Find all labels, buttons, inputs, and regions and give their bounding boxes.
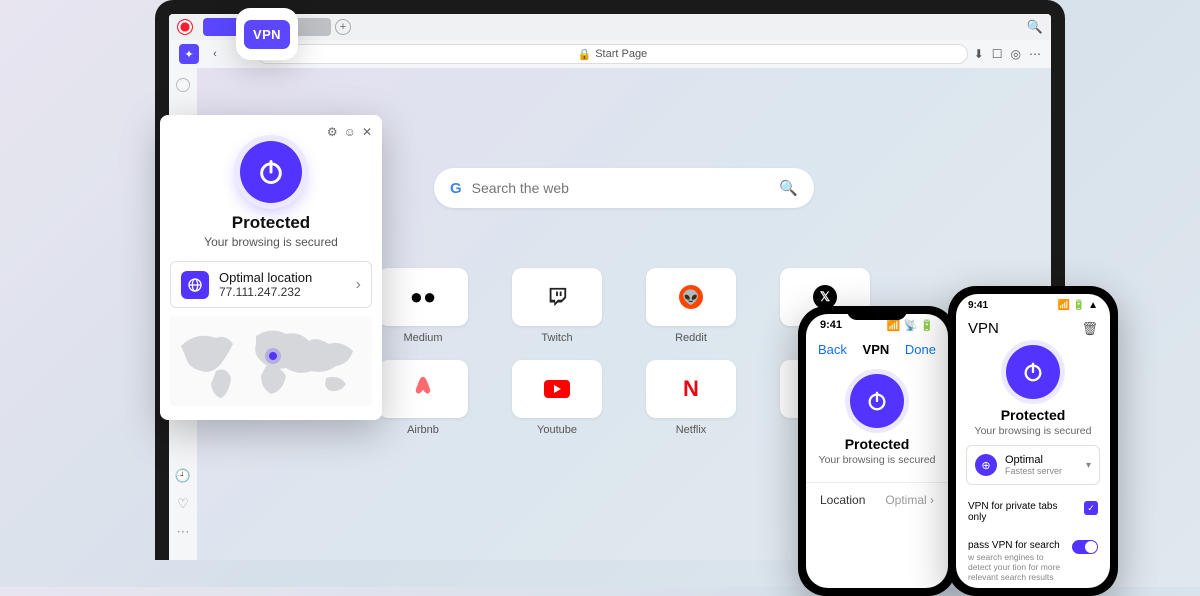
history-icon[interactable]: 🕘 [175,468,191,484]
power-icon [257,158,285,186]
search-input[interactable] [472,180,770,196]
vpn-status-title: Protected [956,407,1110,423]
tile-youtube[interactable]: Youtube [498,360,616,436]
reddit-icon: 👽 [679,285,703,309]
option-bypass-search[interactable]: pass VPN for search w search engines to … [956,532,1110,588]
vpn-toolbar-badge[interactable]: VPN [236,8,298,60]
screen-title: VPN [968,320,999,337]
location-value: Optimal [885,493,926,507]
world-map [170,316,372,406]
vpn-power-button[interactable] [850,374,904,428]
location-marker [269,352,277,360]
done-button[interactable]: Done [905,342,936,357]
tile-reddit[interactable]: 👽Reddit [632,268,750,344]
vpn-badge-label: VPN [244,20,290,49]
address-toolbar: ✦ ‹ › 🔒 Start Page ⬇ ☐ ◎ ⋯ [169,40,1051,68]
tab-strip: + 🔍 [169,14,1051,40]
option-private-tabs[interactable]: VPN for private tabs only ✓ [956,493,1110,532]
address-bar[interactable]: 🔒 Start Page [257,44,968,64]
checkbox-checked[interactable]: ✓ [1084,501,1098,515]
nav-bar: Back VPN Done [806,336,948,362]
back-button[interactable]: Back [818,342,847,357]
close-icon[interactable]: ✕ [362,125,372,139]
vpn-power-button[interactable] [240,141,302,203]
iphone-device: 9:41 📶 📡 🔋 Back VPN Done Protected Your … [798,306,956,596]
vpn-power-button[interactable] [1006,345,1060,399]
location-label: Optimal location [219,270,346,285]
screen-title: VPN [863,342,890,357]
vpn-status-subtitle: Your browsing is secured [806,454,948,466]
menu-icon[interactable]: ⋯ [1029,47,1041,61]
status-icons: 📶 📡 🔋 [887,319,934,332]
location-label: Location [820,493,865,507]
vpn-status-subtitle: Your browsing is secured [956,425,1110,437]
smile-icon[interactable]: ☺ [344,125,356,139]
opera-logo-icon[interactable] [177,19,193,35]
twitch-icon [546,286,568,308]
airbnb-icon [412,375,434,403]
nav-back-button[interactable]: ‹ [205,44,225,64]
gear-icon[interactable]: ⚙ [327,125,338,139]
iphone-notch [847,306,907,320]
download-icon[interactable]: ⬇ [974,47,984,61]
google-icon: G [450,180,462,197]
youtube-icon [544,380,570,398]
sidebar-toggle-button[interactable]: ✦ [179,44,199,64]
heart-icon[interactable]: ♡ [177,496,189,512]
globe-icon [181,271,209,299]
vpn-popover: ⚙ ☺ ✕ Protected Your browsing is secured… [160,115,382,420]
delete-icon[interactable]: 🗑 [1081,321,1098,337]
location-desc: Fastest server [1005,466,1078,476]
search-box[interactable]: G 🔍 [434,168,814,208]
android-device: 9:41 📶 🔋 ▲ VPN 🗑 Protected Your browsing… [948,286,1118,596]
vpn-status-title: Protected [806,436,948,452]
location-row[interactable]: Location Optimal › [806,482,948,517]
vpn-status-title: Protected [170,213,372,233]
bookmark-icon[interactable]: ☐ [992,47,1003,61]
power-icon [1022,361,1044,383]
tile-twitch[interactable]: Twitch [498,268,616,344]
globe-icon: ⊕ [975,454,997,476]
vpn-status-subtitle: Your browsing is secured [170,235,372,249]
vpn-location-card[interactable]: Optimal location 77.111.247.232 › [170,261,372,308]
iphone-screen: 9:41 📶 📡 🔋 Back VPN Done Protected Your … [806,314,948,588]
tile-netflix[interactable]: NNetflix [632,360,750,436]
location-selector[interactable]: ⊕ Optimal Fastest server ▾ [966,445,1100,485]
rail-item[interactable] [176,78,190,92]
power-icon [866,390,888,412]
lock-icon: 🔒 [578,48,592,61]
status-bar: 9:41 📶 🔋 ▲ [956,294,1110,316]
chevron-down-icon: ▾ [1086,460,1091,471]
search-icon[interactable]: 🔍 [779,179,798,197]
netflix-icon: N [683,376,699,402]
address-label: Start Page [595,48,647,60]
clock: 9:41 [968,300,988,311]
header: VPN 🗑 [956,316,1110,345]
status-icons: 📶 🔋 ▲ [1058,300,1098,311]
clock: 9:41 [820,319,842,331]
location-name: Optimal [1005,454,1078,466]
medium-icon: ●● [410,284,437,310]
chevron-right-icon: › [356,276,361,294]
android-screen: 9:41 📶 🔋 ▲ VPN 🗑 Protected Your browsing… [956,294,1110,588]
new-tab-button[interactable]: + [335,19,351,35]
snapshot-icon[interactable]: ◎ [1011,47,1021,61]
toggle-on[interactable] [1072,540,1098,554]
search-icon[interactable]: 🔍 [1027,19,1043,35]
more-icon[interactable]: ⋯ [177,524,190,540]
ip-address: 77.111.247.232 [219,285,346,299]
